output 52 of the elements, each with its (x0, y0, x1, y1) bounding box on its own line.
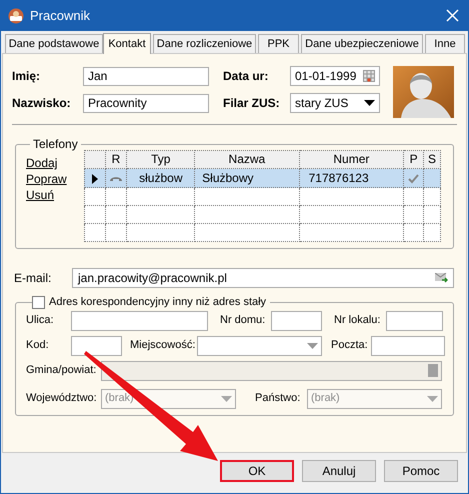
phone-icon (109, 175, 123, 182)
tab[interactable]: Kontakt (103, 33, 151, 54)
input-field[interactable] (271, 310, 322, 330)
field-label: Data ur: (223, 68, 270, 85)
dropdown-caret-icon (364, 100, 375, 106)
action-link[interactable]: Usuń (26, 188, 54, 203)
tab[interactable]: Dane rozliczeniowe (153, 34, 256, 53)
input-field[interactable] (71, 310, 208, 330)
window-title: Pracownik (30, 6, 90, 25)
dropdown-caret-icon (427, 396, 438, 402)
field-label: Poczta: (331, 338, 369, 354)
tab[interactable]: Dane ubezpieczeniowe (301, 34, 423, 53)
input-field[interactable] (386, 310, 443, 330)
action-link[interactable]: Popraw (26, 172, 67, 187)
field-label: E-mail: (14, 270, 52, 287)
checkbox-label: Adres korespondencyjny inny niż adres stały (49, 295, 266, 310)
field-label: Państwo: (255, 391, 302, 406)
dialog-button[interactable]: OK (220, 460, 294, 482)
field-label: Filar ZUS: (223, 95, 281, 112)
avatar-icon (393, 66, 454, 118)
field-label: Ulica: (26, 313, 55, 328)
calendar-icon[interactable] (363, 70, 375, 82)
send-mail-icon[interactable] (435, 273, 448, 283)
name-field[interactable]: Jan (83, 66, 209, 86)
tab[interactable]: PPK (258, 34, 299, 53)
row-pointer-icon (92, 174, 98, 184)
field-label: Gmina/powiat: (26, 363, 98, 378)
field-label: Nr lokalu: (334, 313, 382, 328)
dropdown[interactable] (197, 336, 322, 356)
tab[interactable]: Inne (425, 34, 465, 53)
input-field[interactable] (71, 336, 122, 356)
field-label: Imię: (12, 68, 42, 85)
app-icon (8, 8, 24, 24)
action-link[interactable]: Dodaj (26, 156, 58, 171)
dropdown-caret-icon (221, 396, 232, 402)
checkbox[interactable] (32, 296, 45, 309)
dialog-button[interactable]: Anuluj (302, 460, 376, 482)
close-icon[interactable] (446, 9, 459, 22)
field-label: Miejscowość: (130, 338, 196, 354)
input-field[interactable] (371, 336, 445, 356)
group-title: Telefony (32, 136, 79, 153)
field-label: Kod: (26, 338, 50, 354)
dialog-button[interactable]: Pomoc (384, 460, 458, 482)
zus-dropdown[interactable]: stary ZUS (290, 93, 380, 113)
field-label: Nr domu: (220, 313, 266, 328)
email-field[interactable]: jan.pracowity@pracownik.pl (72, 268, 454, 288)
date-field[interactable]: 01-01-1999 (290, 66, 380, 86)
dropdown-caret-icon (307, 342, 318, 348)
field-label: Nazwisko: (12, 95, 72, 112)
tab[interactable]: Dane podstawowe (5, 34, 103, 53)
field-label: Województwo: (26, 391, 98, 406)
surname-field[interactable]: Pracownity (83, 94, 209, 112)
